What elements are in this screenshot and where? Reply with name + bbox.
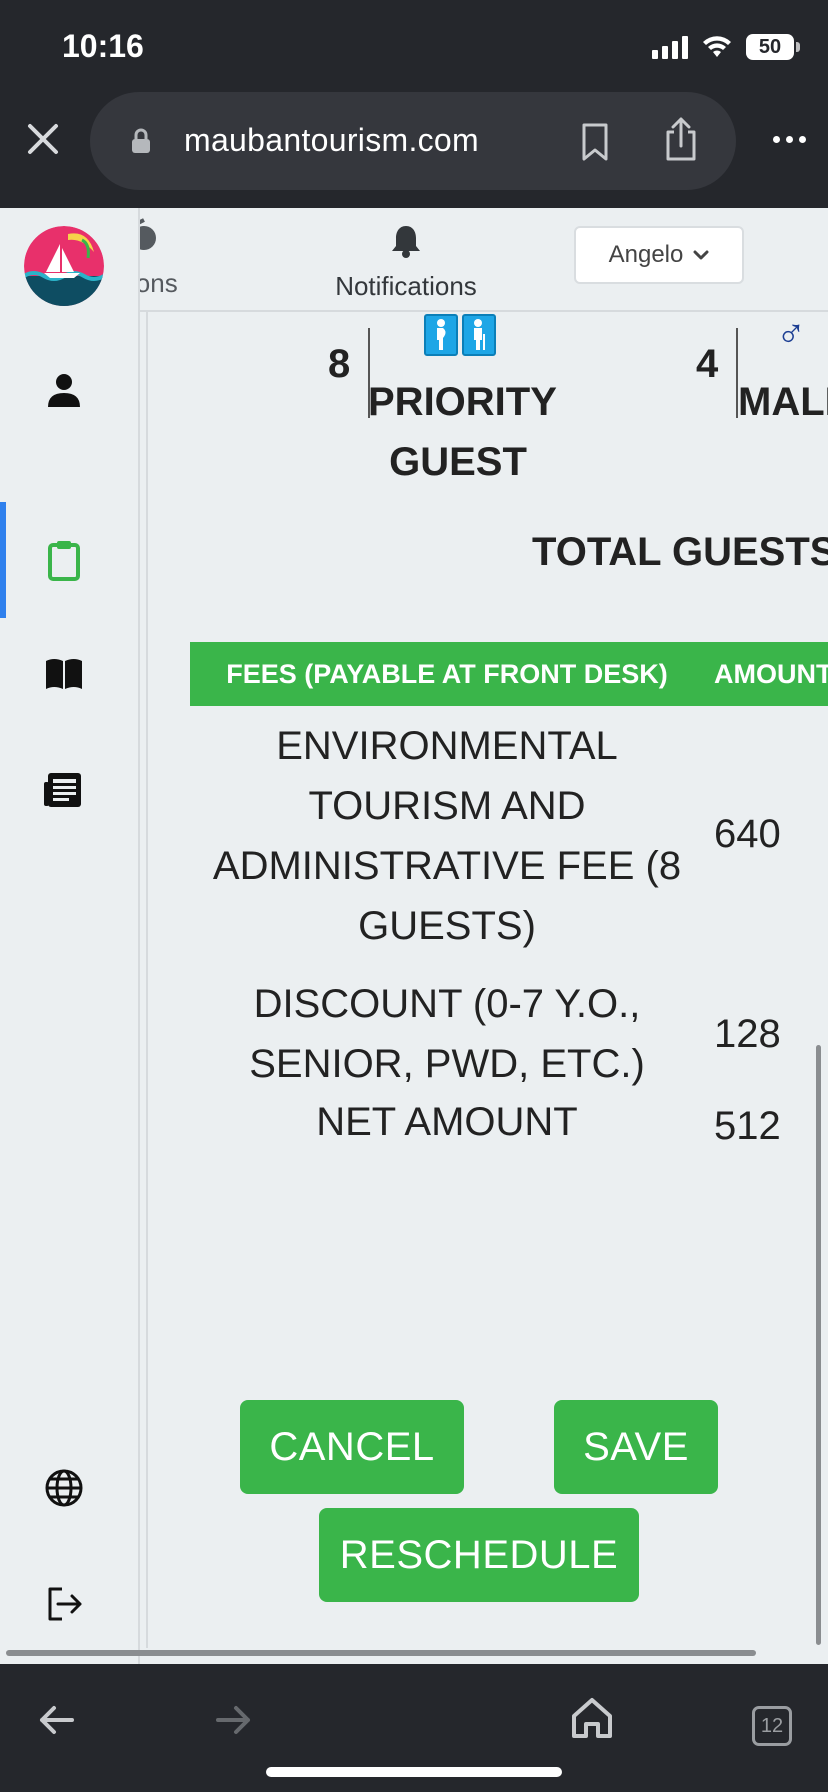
- lock-icon: [132, 128, 150, 153]
- priority-count: 8: [328, 342, 351, 386]
- priority-guest-icons: [424, 314, 496, 356]
- back-arrow-icon[interactable]: [36, 1700, 76, 1740]
- battery-icon: 50: [746, 34, 800, 60]
- tabs-icon[interactable]: 12: [752, 1706, 792, 1746]
- priority-label: PRIORITY GUEST: [368, 372, 557, 492]
- fees-table-header: FEES (PAYABLE AT FRONT DESK) AMOUNT: [190, 642, 828, 706]
- forward-arrow-icon[interactable]: [214, 1700, 254, 1740]
- newspaper-icon[interactable]: [40, 766, 88, 814]
- table-row-description: NET AMOUNT: [316, 1100, 578, 1144]
- priority-label-line2: GUEST: [389, 440, 527, 484]
- alarm-icon[interactable]: [140, 218, 162, 254]
- wifi-icon: [703, 36, 731, 57]
- status-icons: 50: [652, 34, 800, 60]
- table-row-amount: 512: [714, 1104, 781, 1148]
- male-label: MALE: [738, 380, 828, 424]
- sidebar: [0, 208, 140, 1664]
- save-button[interactable]: SAVE: [554, 1400, 718, 1494]
- user-name: Angelo: [608, 241, 684, 268]
- priority-label-line1: PRIORITY: [368, 380, 557, 424]
- table-row-description: DISCOUNT (0-7 Y.O., SENIOR, PWD, ETC.): [249, 982, 645, 1086]
- home-icon[interactable]: [570, 1696, 614, 1740]
- cancel-button[interactable]: CANCEL: [240, 1400, 464, 1494]
- active-indicator: [0, 502, 6, 618]
- status-time: 10:16: [62, 28, 144, 64]
- more-options-icon[interactable]: [773, 136, 806, 143]
- horizontal-scrollbar[interactable]: [6, 1650, 756, 1656]
- url-bar[interactable]: maubantourism.com: [90, 92, 736, 190]
- table-row-description: ENVIRONMENTAL TOURISM AND ADMINISTRATIVE…: [212, 724, 682, 948]
- chevron-down-icon: [693, 250, 709, 260]
- logo[interactable]: [24, 226, 104, 306]
- vertical-scrollbar[interactable]: [816, 1045, 821, 1645]
- fees-header-description: FEES (PAYABLE AT FRONT DESK): [226, 658, 668, 689]
- signal-icon: [652, 35, 688, 59]
- close-icon[interactable]: [24, 120, 62, 158]
- fees-header-amount: AMOUNT: [714, 658, 828, 689]
- male-icon: ♂: [776, 312, 806, 356]
- top-nav: ions Notifications Angelo: [140, 208, 828, 312]
- male-count: 4: [696, 342, 719, 386]
- bookmark-icon[interactable]: [580, 122, 610, 162]
- browser-chrome: 10:16 50 maubantourism.com: [0, 0, 828, 208]
- reschedule-button[interactable]: RESCHEDULE: [319, 1508, 639, 1602]
- notifications-label: Notifications: [335, 271, 477, 301]
- total-guests-label: TOTAL GUESTS: [532, 530, 828, 574]
- bell-icon: [392, 226, 420, 258]
- globe-icon[interactable]: [40, 1464, 88, 1512]
- person-icon[interactable]: [40, 366, 88, 414]
- book-icon[interactable]: [40, 650, 88, 698]
- user-menu-button[interactable]: Angelo: [574, 226, 744, 284]
- elderly-person-icon: [462, 314, 496, 356]
- pregnant-woman-icon: [424, 314, 458, 356]
- table-row-amount: 640: [714, 812, 781, 856]
- home-indicator: [266, 1767, 562, 1777]
- logout-icon[interactable]: [40, 1580, 88, 1628]
- share-icon[interactable]: [664, 116, 698, 162]
- reservation-content: 8 PRIORITY GUEST 4 ♂ MALE TOTAL GUESTS F…: [148, 312, 828, 1648]
- nav-item-notifications[interactable]: Notifications: [306, 224, 506, 302]
- nav-item-partial-label[interactable]: ions: [140, 268, 178, 299]
- clipboard-icon[interactable]: [40, 536, 88, 584]
- table-row-amount: 128: [714, 1012, 781, 1056]
- url-text: maubantourism.com: [184, 122, 479, 158]
